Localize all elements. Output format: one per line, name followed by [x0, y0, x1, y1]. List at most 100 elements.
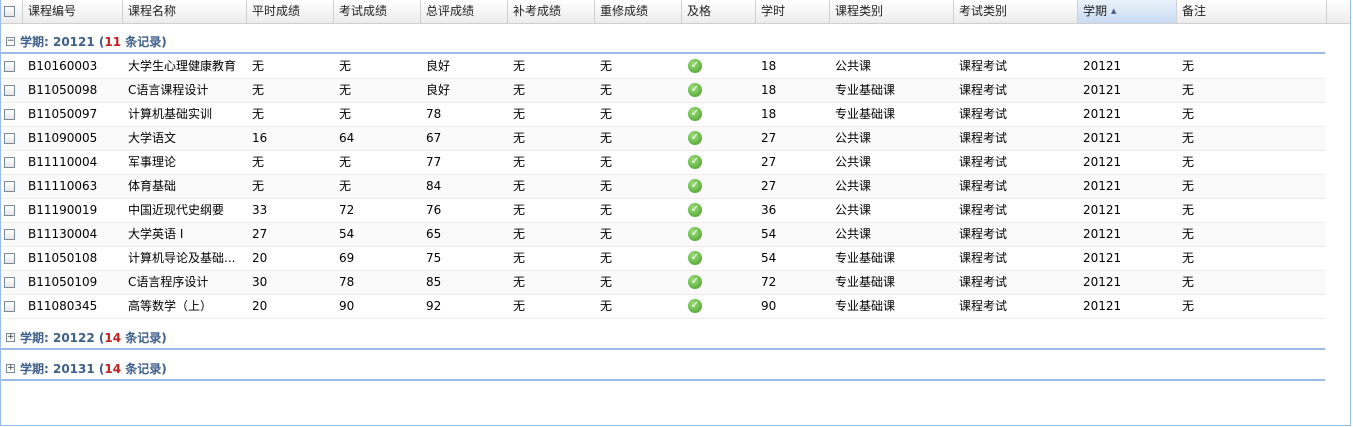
cell-select-all[interactable] — [1, 127, 23, 150]
cell-total-score: 75 — [426, 251, 442, 265]
cell-course-code: B11110004 — [28, 155, 98, 169]
cell-retake-score: 无 — [600, 155, 613, 169]
column-header-course-type[interactable]: 课程类别 — [830, 0, 954, 23]
table-row[interactable]: B11110063 体育基础 无 无 84 无 无 ✓ 27 公共课 课程考试 20121 无 — [1, 175, 1326, 199]
cell-course-code: B11080345 — [28, 299, 98, 313]
row-checkbox[interactable] — [4, 61, 15, 72]
column-header-retake-score[interactable]: 重修成绩 — [595, 0, 682, 23]
cell-course-type: 公共课 — [835, 203, 872, 217]
cell-usual-score: 33 — [252, 203, 268, 217]
cell-retake-score: 无 — [600, 59, 613, 73]
cell-makeup-score: 无 — [513, 59, 526, 73]
cell-course-name: 计算机基础实训 — [128, 107, 213, 121]
row-checkbox[interactable] — [4, 301, 15, 312]
cell-pass: ✓ — [682, 295, 756, 318]
cell-term: 20121 — [1083, 83, 1122, 97]
group-term: 20121 — [52, 35, 95, 49]
expand-icon[interactable]: + — [6, 333, 15, 342]
check-circle-icon: ✓ — [688, 178, 702, 193]
column-header-usual-score[interactable]: 平时成绩 — [247, 0, 334, 23]
group-suffix: 条记录) — [121, 35, 167, 49]
cell-exam-score: 无 — [339, 179, 352, 193]
column-header-term[interactable]: 学期 ▲ — [1078, 0, 1177, 23]
column-header-pass[interactable]: 及格 — [682, 0, 756, 23]
cell-select-all[interactable] — [1, 295, 23, 318]
table-row[interactable]: B11130004 大学英语 I 27 54 65 无 无 ✓ 54 公共课 课程考试 20121 无 — [1, 223, 1326, 247]
cell-course-type: 公共课 — [835, 179, 872, 193]
cell-course-name: C语言课程设计 — [128, 83, 209, 97]
cell-makeup-score: 无 — [513, 299, 526, 313]
grid-header: 课程编号 课程名称 平时成绩 考试成绩 总评成绩 补考成绩 重修成绩 及格 学时 课程类别 考试类别… — [1, 0, 1350, 24]
group-header-term-20121[interactable]: − 学期: 20121 (11 条记录) — [1, 30, 1326, 54]
collapse-icon[interactable]: − — [6, 37, 15, 46]
cell-course-code: B11050109 — [28, 275, 98, 289]
select-all-checkbox[interactable] — [4, 6, 15, 17]
cell-note: 无 — [1182, 275, 1195, 289]
cell-hours: 18 — [761, 83, 777, 97]
cell-retake-score: 无 — [600, 275, 613, 289]
column-header-course-name[interactable]: 课程名称 — [123, 0, 247, 23]
row-checkbox[interactable] — [4, 205, 15, 216]
column-header-exam-type[interactable]: 考试类别 — [954, 0, 1078, 23]
cell-pass: ✓ — [682, 79, 756, 102]
cell-exam-score: 69 — [339, 251, 355, 265]
table-row[interactable]: B11080345 高等数学（上） 20 90 92 无 无 ✓ 90 专业基础课 课程考试 2012… — [1, 295, 1326, 319]
cell-pass: ✓ — [682, 127, 756, 150]
cell-select-all[interactable] — [1, 175, 23, 198]
group-header-term-20131[interactable]: + 学期: 20131 (14 条记录) — [1, 357, 1326, 381]
table-row[interactable]: B11110004 军事理论 无 无 77 无 无 ✓ 27 公共课 课程考试 20121 无 — [1, 151, 1326, 175]
row-checkbox[interactable] — [4, 229, 15, 240]
row-checkbox[interactable] — [4, 109, 15, 120]
column-header-label: 补考成绩 — [513, 4, 562, 18]
cell-exam-score: 72 — [339, 203, 355, 217]
check-circle-icon: ✓ — [688, 154, 702, 169]
row-checkbox[interactable] — [4, 277, 15, 288]
cell-select-all[interactable] — [1, 199, 23, 222]
cell-select-all[interactable] — [1, 79, 23, 102]
cell-makeup-score: 无 — [513, 251, 526, 265]
row-checkbox[interactable] — [4, 181, 15, 192]
row-checkbox[interactable] — [4, 157, 15, 168]
cell-select-all[interactable] — [1, 103, 23, 126]
column-header-exam-score[interactable]: 考试成绩 — [334, 0, 421, 23]
column-header-makeup-score[interactable]: 补考成绩 — [508, 0, 595, 23]
cell-select-all[interactable] — [1, 55, 23, 78]
table-row[interactable]: B11050108 计算机导论及基础... 20 69 75 无 无 ✓ 54 专业基础课 课程考试… — [1, 247, 1326, 271]
cell-makeup-score: 无 — [513, 155, 526, 169]
column-header-select-all[interactable] — [1, 0, 23, 23]
cell-retake-score: 无 — [600, 203, 613, 217]
table-row[interactable]: B10160003 大学生心理健康教育 无 无 良好 无 无 ✓ 18 公共课 课程考试 20121 无 — [1, 55, 1326, 79]
column-header-total-score[interactable]: 总评成绩 — [421, 0, 508, 23]
row-checkbox[interactable] — [4, 133, 15, 144]
column-header-label: 备注 — [1182, 4, 1207, 18]
column-header-hours[interactable]: 学时 — [756, 0, 830, 23]
column-header-label: 学时 — [761, 4, 786, 18]
cell-select-all[interactable] — [1, 271, 23, 294]
cell-hours: 90 — [761, 299, 777, 313]
column-header-note[interactable]: 备注 — [1177, 0, 1327, 23]
column-header-course-code[interactable]: 课程编号 — [23, 0, 123, 23]
check-circle-icon: ✓ — [688, 130, 702, 145]
cell-course-code: B10160003 — [28, 59, 98, 73]
cell-course-code: B11050108 — [28, 251, 98, 265]
table-row[interactable]: B11090005 大学语文 16 64 67 无 无 ✓ 27 公共课 课程考试 20121 无 — [1, 127, 1326, 151]
table-row[interactable]: B11050098 C语言课程设计 无 无 良好 无 无 ✓ 18 专业基础课 课程考试 20121 无 — [1, 79, 1326, 103]
cell-select-all[interactable] — [1, 247, 23, 270]
cell-select-all[interactable] — [1, 223, 23, 246]
scrollbar-track[interactable] — [1325, 24, 1350, 425]
cell-course-name: 高等数学（上） — [128, 299, 213, 313]
expand-icon[interactable]: + — [6, 364, 15, 373]
cell-course-name: 大学英语 I — [128, 227, 184, 241]
group-prefix: 学期: — [20, 331, 53, 345]
table-row[interactable]: B11190019 中国近现代史纲要 33 72 76 无 无 ✓ 36 公共课 课程考试 20121… — [1, 199, 1326, 223]
row-checkbox[interactable] — [4, 85, 15, 96]
row-checkbox[interactable] — [4, 253, 15, 264]
cell-makeup-score: 无 — [513, 179, 526, 193]
cell-select-all[interactable] — [1, 151, 23, 174]
cell-exam-type: 课程考试 — [959, 131, 1008, 145]
table-row[interactable]: B11050097 计算机基础实训 无 无 78 无 无 ✓ 18 专业基础课 课程考试 20121 无 — [1, 103, 1326, 127]
group-header-term-20122[interactable]: + 学期: 20122 (14 条记录) — [1, 326, 1326, 350]
cell-pass: ✓ — [682, 103, 756, 126]
table-row[interactable]: B11050109 C语言程序设计 30 78 85 无 无 ✓ 72 专业基础课 课程考试 2012… — [1, 271, 1326, 295]
cell-pass: ✓ — [682, 199, 756, 222]
